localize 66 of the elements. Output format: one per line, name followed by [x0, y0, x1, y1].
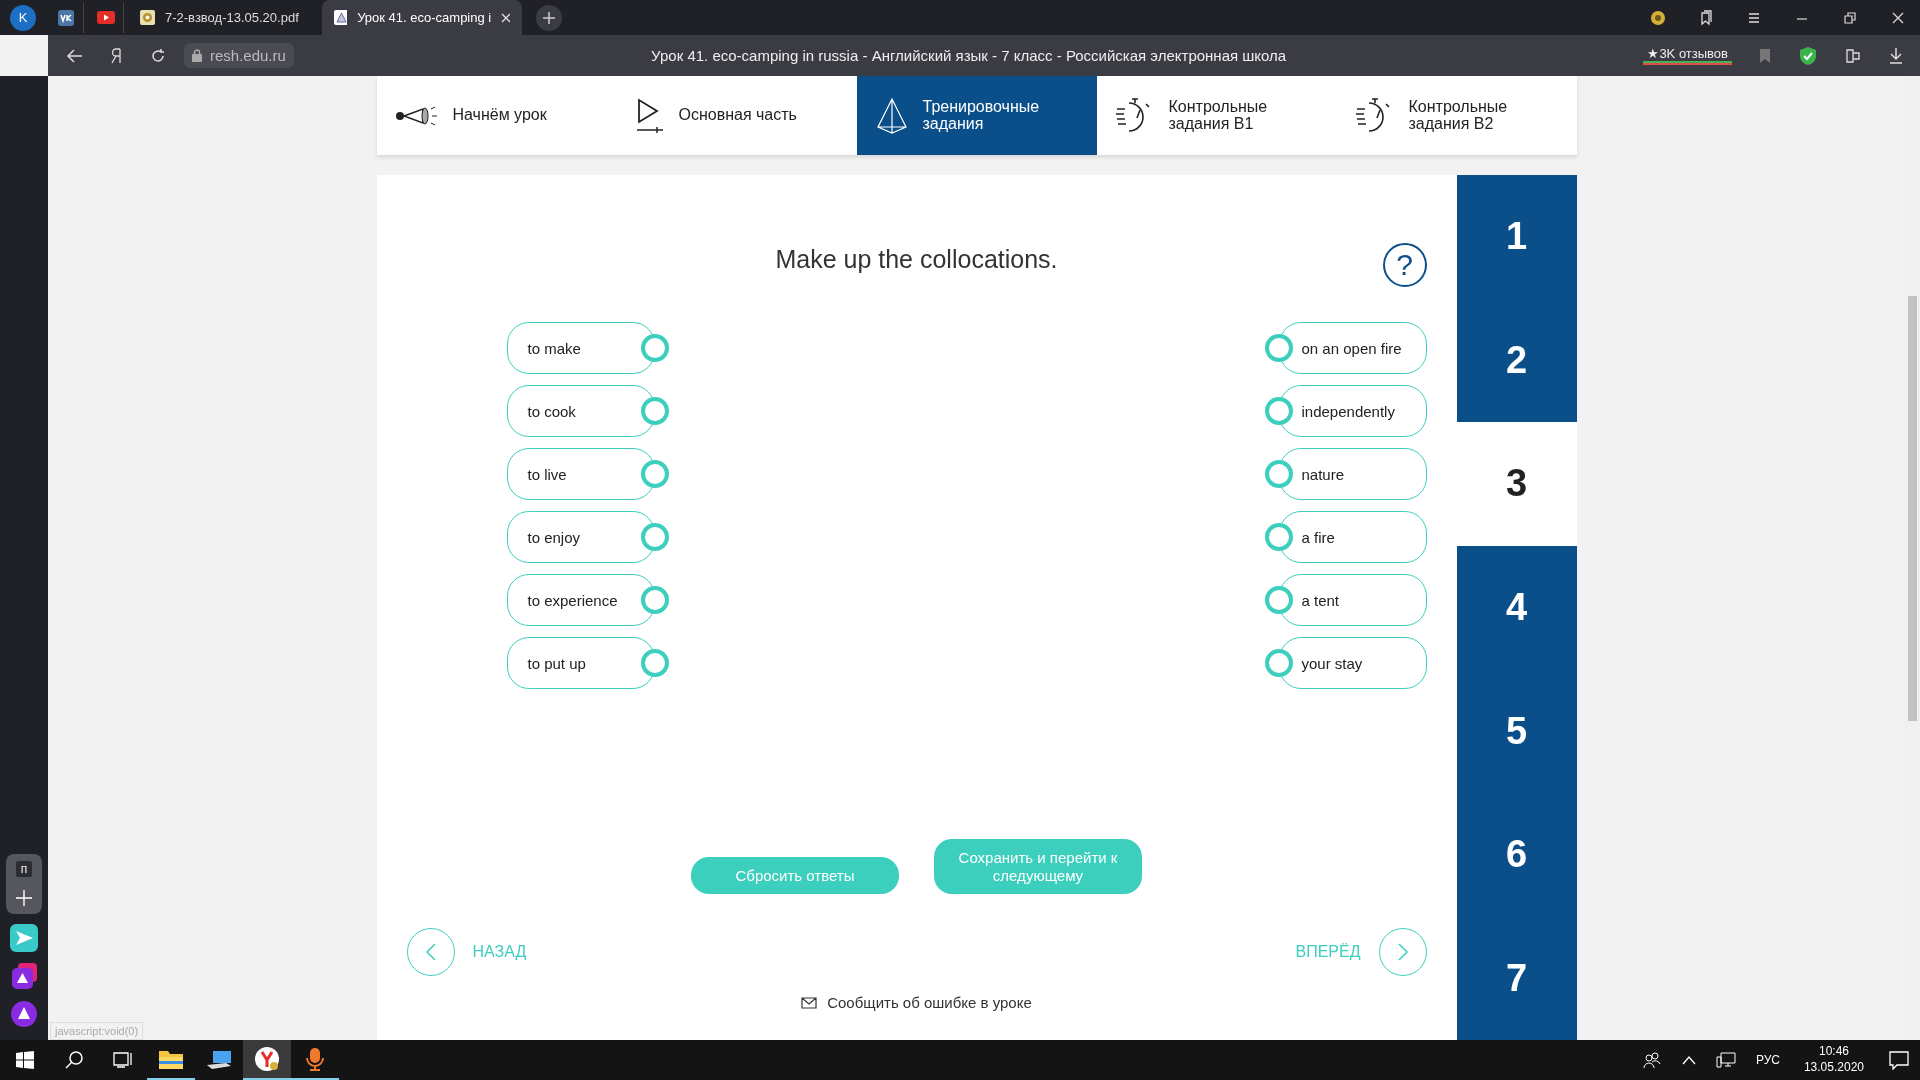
computer-icon: [206, 1049, 232, 1071]
extensions-icon[interactable]: [1844, 46, 1862, 65]
lock-icon: [192, 49, 202, 62]
restore-icon[interactable]: [1842, 9, 1858, 26]
browser-tab[interactable]: 7-2-взвод-13.05.20.pdf: [128, 0, 318, 35]
panel-tile[interactable]: п: [16, 861, 32, 877]
new-tab-button[interactable]: [536, 4, 562, 31]
folder-icon: [158, 1048, 184, 1070]
chevron-right-icon: [1396, 942, 1409, 962]
browser-logo-icon[interactable]: [110, 47, 124, 64]
mail-icon: [801, 996, 818, 1009]
chevron-left-icon: [424, 942, 437, 962]
connector-handle[interactable]: [1264, 334, 1293, 362]
browser-app-icon: [254, 1046, 280, 1072]
notifications-icon[interactable]: [1888, 1050, 1910, 1070]
bookmark-icon[interactable]: [1758, 47, 1772, 64]
scrollbar-thumb[interactable]: [1908, 296, 1917, 721]
clock-time[interactable]: 10:46: [1818, 1044, 1849, 1060]
help-button[interactable]: ?: [1382, 243, 1427, 287]
lesson-nav-tab[interactable]: Контрольные задания В1: [1096, 76, 1337, 155]
connector-handle[interactable]: [1264, 649, 1293, 677]
page-icon: [334, 10, 348, 25]
badge-icon: [140, 10, 155, 25]
vk-icon: [57, 9, 74, 26]
close-icon[interactable]: [501, 12, 510, 23]
profile-avatar[interactable]: K: [10, 4, 36, 31]
taskbar-app[interactable]: [243, 1040, 291, 1080]
report-link[interactable]: Сообщить об ошибке в уроке: [827, 994, 1032, 1011]
reviews-link[interactable]: ★3K отзывов: [1643, 46, 1732, 65]
tab-title: 7-2-взвод-13.05.20.pdf: [165, 10, 300, 25]
input-language[interactable]: РУС: [1755, 1053, 1780, 1067]
chevron-up-icon[interactable]: [1681, 1055, 1696, 1065]
connector-handle[interactable]: [1264, 586, 1293, 614]
status-url: javascript:void(0): [50, 1022, 144, 1040]
assistant-icon[interactable]: [10, 1000, 38, 1028]
lesson-nav-tab[interactable]: Начнём урок: [376, 76, 617, 155]
task-view-icon[interactable]: [113, 1050, 133, 1070]
tab-title: Урок 41. eco-camping i: [357, 10, 492, 25]
add-icon[interactable]: [15, 889, 33, 907]
lesson-nav-tab[interactable]: Основная часть: [616, 76, 857, 155]
plus-icon: [543, 11, 555, 24]
connector-handle[interactable]: [1264, 460, 1293, 488]
paper-plane-icon[interactable]: [10, 924, 38, 952]
people-icon[interactable]: [1641, 1051, 1662, 1069]
network-icon[interactable]: [1715, 1051, 1736, 1069]
assistant-icon[interactable]: [10, 962, 38, 990]
extension-icon[interactable]: [1650, 9, 1666, 26]
video-icon: [96, 11, 115, 24]
play-icon: [634, 97, 665, 134]
connector-handle[interactable]: [1264, 523, 1293, 551]
page-title: Урок 41. eco-camping in russia - Английский язык - 7 класс - Российская электронная школа: [650, 47, 1288, 64]
bookmarks-icon[interactable]: [1698, 9, 1714, 26]
task-title: Make up the collocations.: [775, 245, 1058, 274]
lesson-nav-tab[interactable]: Контрольные задания В2: [1336, 76, 1577, 155]
shield-icon[interactable]: [1798, 45, 1818, 66]
task-number-tab[interactable]: 3: [1456, 422, 1577, 546]
address-field[interactable]: resh.edu.ru: [184, 43, 294, 68]
back-arrow-icon[interactable]: [66, 47, 84, 64]
clock-date[interactable]: 13.05.2020: [1803, 1060, 1864, 1076]
download-icon[interactable]: [1888, 46, 1904, 65]
windows-start-icon[interactable]: [15, 1050, 35, 1070]
connector-handle[interactable]: [1264, 397, 1293, 425]
search-icon[interactable]: [64, 1050, 84, 1070]
lesson-nav-tab[interactable]: Тренировочные задания: [856, 76, 1097, 155]
reload-icon[interactable]: [150, 47, 166, 64]
browser-tab[interactable]: Урок 41. eco-camping i: [322, 0, 522, 35]
